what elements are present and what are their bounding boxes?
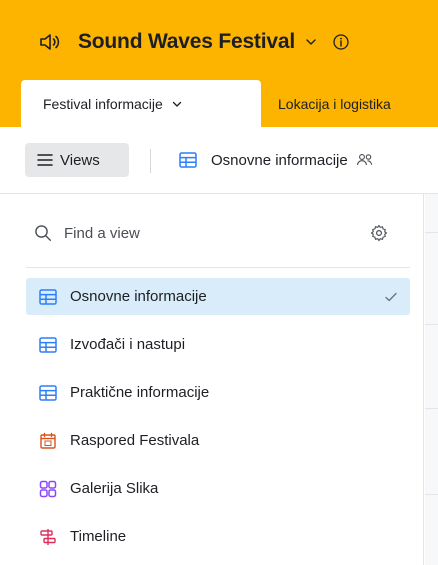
info-icon[interactable] bbox=[332, 33, 350, 51]
app-header: Sound Waves Festival bbox=[0, 0, 438, 80]
views-button[interactable]: Views bbox=[25, 143, 129, 177]
tab-label: Festival informacije bbox=[43, 95, 163, 112]
view-toolbar: Views Osnovne informacije bbox=[0, 127, 438, 193]
chevron-down-icon[interactable] bbox=[304, 35, 318, 49]
views-sidebar: Osnovne informacije Izvođači i nastupi P… bbox=[0, 194, 424, 565]
gear-icon[interactable] bbox=[370, 224, 388, 242]
tab-label: Lokacija i logistika bbox=[278, 95, 391, 112]
views-button-label: Views bbox=[60, 151, 100, 169]
timeline-view-icon bbox=[40, 528, 56, 545]
tab-festival-informacije[interactable]: Festival informacije bbox=[21, 80, 261, 127]
table-tabs: Festival informacije Lokacija i logistik… bbox=[0, 80, 438, 127]
calendar-view-icon bbox=[40, 432, 56, 449]
speaker-icon bbox=[40, 34, 60, 50]
view-item-label: Osnovne informacije bbox=[70, 288, 207, 305]
grid-view-icon bbox=[39, 384, 57, 401]
check-icon bbox=[385, 292, 397, 301]
view-item-osnovne-informacije[interactable]: Osnovne informacije bbox=[26, 278, 410, 315]
chevron-down-icon[interactable] bbox=[171, 98, 183, 110]
view-item-galerija-slika[interactable]: Galerija Slika bbox=[26, 470, 410, 507]
app-title-row[interactable]: Sound Waves Festival bbox=[38, 22, 350, 62]
view-item-raspored-festivala[interactable]: Raspored Festivala bbox=[26, 422, 410, 459]
grid-row-line bbox=[425, 408, 438, 409]
view-item-izvodaci-i-nastupi[interactable]: Izvođači i nastupi bbox=[26, 326, 410, 363]
grid-row-line bbox=[425, 232, 438, 233]
app-title[interactable]: Sound Waves Festival bbox=[78, 30, 295, 54]
view-item-label: Timeline bbox=[70, 528, 127, 545]
tab-lokacija-i-logistika[interactable]: Lokacija i logistika bbox=[278, 80, 391, 127]
view-item-label: Raspored Festivala bbox=[70, 432, 200, 449]
hamburger-menu-icon bbox=[37, 154, 53, 166]
grid-row-line bbox=[425, 324, 438, 325]
view-item-timeline[interactable]: Timeline bbox=[26, 518, 410, 555]
view-search bbox=[26, 216, 406, 250]
view-item-prakticne-informacije[interactable]: Praktične informacije bbox=[26, 374, 410, 411]
find-view-input[interactable] bbox=[64, 224, 324, 242]
toolbar-divider bbox=[150, 149, 151, 173]
collaborators-icon bbox=[356, 154, 372, 166]
grid-view-icon bbox=[39, 288, 57, 305]
search-icon bbox=[35, 225, 51, 241]
search-divider bbox=[26, 267, 410, 268]
view-item-label: Galerija Slika bbox=[70, 480, 159, 497]
view-item-label: Izvođači i nastupi bbox=[70, 336, 186, 353]
view-item-label: Praktične informacije bbox=[70, 384, 210, 401]
current-view-label: Osnovne informacije bbox=[211, 151, 348, 169]
grid-view-icon bbox=[179, 152, 197, 168]
gallery-view-icon bbox=[39, 480, 57, 497]
grid-row-line bbox=[425, 494, 438, 495]
grid-edge bbox=[425, 194, 438, 565]
current-view-button[interactable]: Osnovne informacije bbox=[179, 143, 374, 177]
grid-view-icon bbox=[39, 336, 57, 353]
